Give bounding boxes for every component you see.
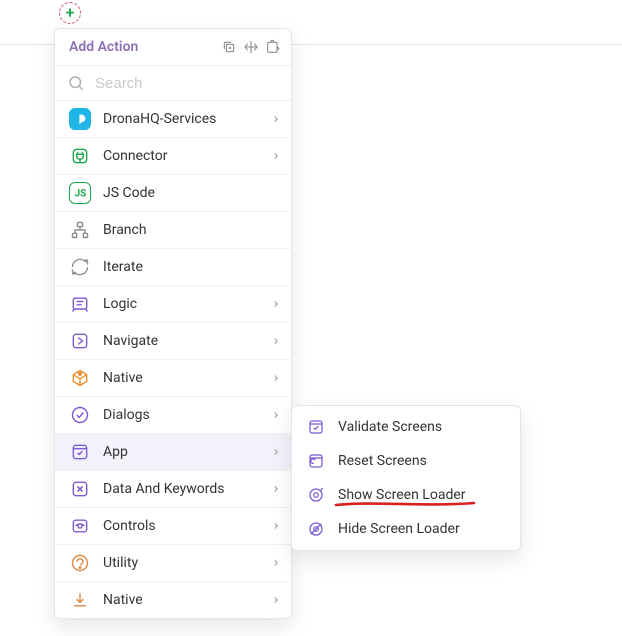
menu-item-label: Controls — [103, 518, 259, 534]
menu-item-controls[interactable]: Controls — [55, 508, 291, 545]
chevron-right-icon — [271, 595, 281, 605]
menu-item-data-and-keywords[interactable]: Data And Keywords — [55, 471, 291, 508]
chevron-right-icon — [271, 114, 281, 124]
menu-item-label: Dialogs — [103, 407, 259, 423]
plus-icon: + — [66, 5, 75, 21]
submenu-item-label: Hide Screen Loader — [338, 521, 508, 537]
menu-item-label: Native — [103, 370, 259, 386]
add-action-handle[interactable]: + — [59, 2, 81, 24]
submenu-item-show-screen-loader[interactable]: Show Screen Loader — [292, 478, 520, 512]
submenu-item-label: Reset Screens — [338, 453, 508, 469]
menu-item-native[interactable]: Native — [55, 360, 291, 397]
reset-icon — [306, 451, 326, 471]
menu-item-label: Native — [103, 592, 259, 608]
download-icon — [69, 589, 91, 611]
menu-item-native-download[interactable]: Native — [55, 582, 291, 618]
menu-item-logic[interactable]: Logic — [55, 286, 291, 323]
header-toolbar — [221, 39, 281, 55]
copy-icon[interactable] — [221, 39, 237, 55]
chevron-right-icon — [271, 484, 281, 494]
menu-item-app[interactable]: App — [55, 434, 291, 471]
chevron-right-icon — [271, 373, 281, 383]
search-icon — [67, 74, 85, 92]
menu-item-label: Navigate — [103, 333, 259, 349]
branch-icon — [69, 219, 91, 241]
menu-item-connector[interactable]: Connector — [55, 138, 291, 175]
menu-item-label: App — [103, 444, 259, 460]
submenu-item-label: Validate Screens — [338, 419, 508, 435]
paste-icon[interactable] — [265, 39, 281, 55]
dronahq-icon — [69, 108, 91, 130]
panel-title: Add Action — [69, 39, 138, 55]
native-icon — [69, 367, 91, 389]
navigate-icon — [69, 330, 91, 352]
menu-item-js-code[interactable]: JS JS Code — [55, 175, 291, 212]
show-loader-icon — [306, 485, 326, 505]
chevron-right-icon — [271, 151, 281, 161]
plug-icon — [69, 145, 91, 167]
menu-item-dialogs[interactable]: Dialogs — [55, 397, 291, 434]
logic-icon — [69, 293, 91, 315]
menu-item-branch[interactable]: Branch — [55, 212, 291, 249]
menu-item-label: Iterate — [103, 259, 281, 275]
js-icon: JS — [69, 182, 91, 204]
search-input[interactable] — [95, 75, 279, 92]
search-row — [55, 66, 291, 101]
hide-loader-icon — [306, 519, 326, 539]
submenu-item-label: Show Screen Loader — [338, 487, 508, 503]
menu-item-label: JS Code — [103, 185, 281, 201]
dialogs-icon — [69, 404, 91, 426]
chevron-right-icon — [271, 336, 281, 346]
action-category-list: DronaHQ-Services Connector JS — [55, 101, 291, 618]
menu-item-iterate[interactable]: Iterate — [55, 249, 291, 286]
chevron-right-icon — [271, 558, 281, 568]
app-icon — [69, 441, 91, 463]
controls-eye-icon — [69, 515, 91, 537]
utility-icon — [69, 552, 91, 574]
chevron-right-icon — [271, 299, 281, 309]
panel-header: Add Action — [55, 29, 291, 66]
menu-item-navigate[interactable]: Navigate — [55, 323, 291, 360]
validate-icon — [306, 417, 326, 437]
chevron-right-icon — [271, 521, 281, 531]
menu-item-label: Branch — [103, 222, 281, 238]
chevron-right-icon — [271, 447, 281, 457]
menu-item-label: Data And Keywords — [103, 481, 259, 497]
move-icon[interactable] — [243, 39, 259, 55]
iterate-icon — [69, 256, 91, 278]
variable-icon — [69, 478, 91, 500]
menu-item-utility[interactable]: Utility — [55, 545, 291, 582]
menu-item-label: Logic — [103, 296, 259, 312]
menu-item-label: Connector — [103, 148, 259, 164]
submenu-item-reset-screens[interactable]: Reset Screens — [292, 444, 520, 478]
submenu-item-hide-screen-loader[interactable]: Hide Screen Loader — [292, 512, 520, 546]
menu-item-label: DronaHQ-Services — [103, 111, 259, 127]
chevron-right-icon — [271, 410, 281, 420]
add-action-panel: Add Action — [54, 28, 292, 619]
app-submenu: Validate Screens Reset Screens Show Scre… — [291, 405, 521, 551]
menu-item-dronahq-services[interactable]: DronaHQ-Services — [55, 101, 291, 138]
menu-item-label: Utility — [103, 555, 259, 571]
submenu-item-validate-screens[interactable]: Validate Screens — [292, 410, 520, 444]
